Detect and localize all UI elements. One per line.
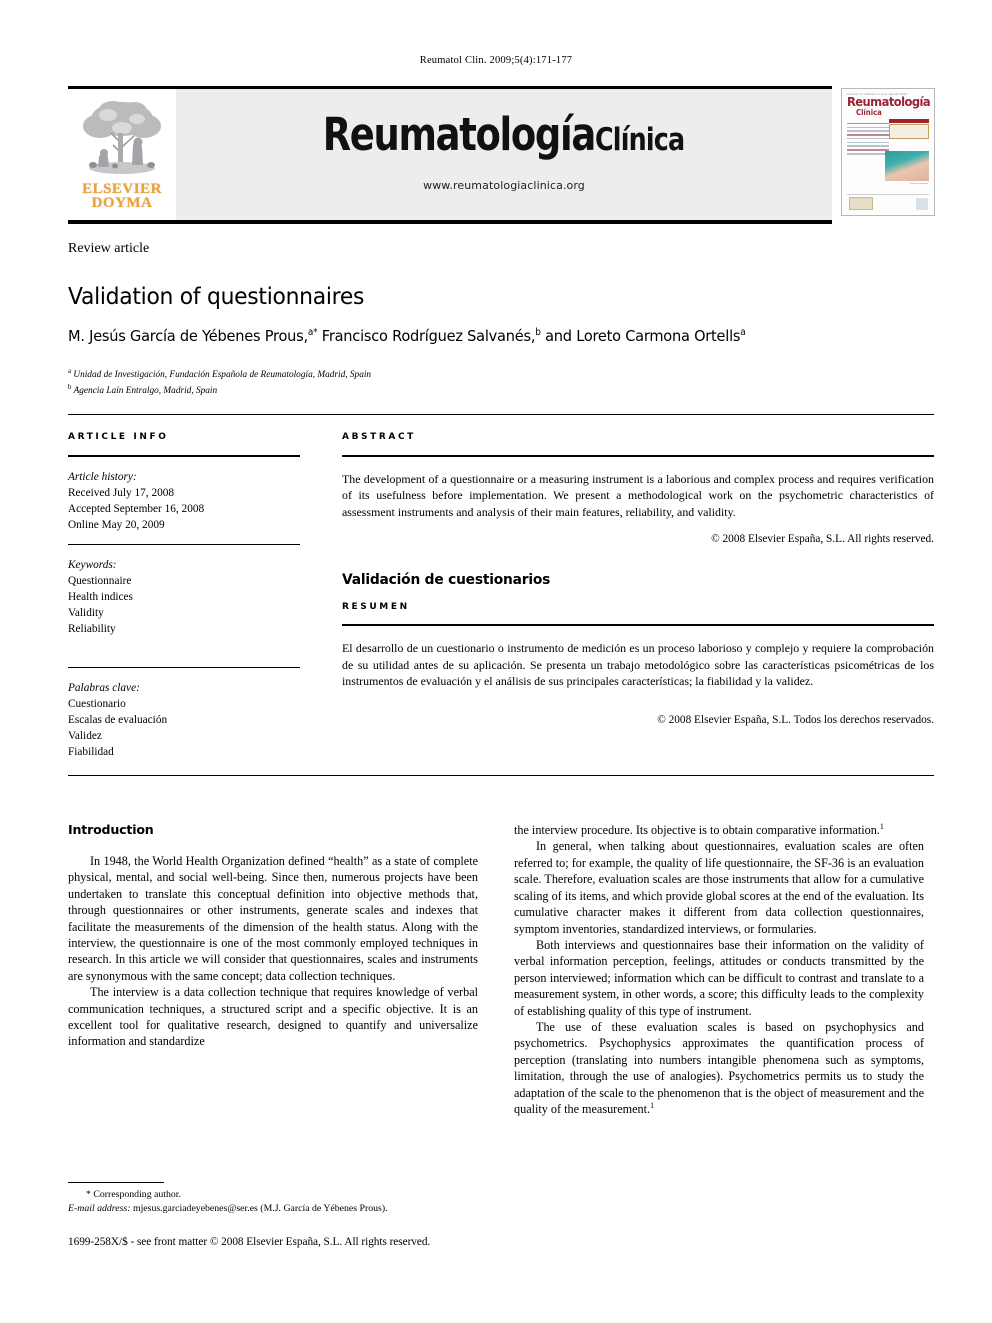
palabras-label: Palabras clave:: [68, 682, 140, 695]
palabra-item: Fiabilidad: [68, 746, 114, 759]
page-title: Validation of questionnaires: [68, 282, 365, 310]
author-3-marks: a: [740, 327, 746, 338]
keyword-item: Reliability: [68, 623, 116, 636]
divider-keywords: [68, 544, 300, 546]
article-info-block: ARTICLE INFO Article history: Received J…: [68, 432, 300, 760]
cover-photo-caption: Artritis reumatoide: [909, 182, 928, 185]
citation-ref: 1: [650, 1100, 655, 1110]
footnote-email-label: E-mail address:: [68, 1203, 131, 1215]
affiliation-a-text: Unidad de Investigación, Fundación Españ…: [73, 370, 372, 381]
divider-below-info: [68, 775, 934, 776]
cover-divider: [847, 194, 929, 195]
article-info-heading: ARTICLE INFO: [68, 432, 169, 442]
journal-title-sub: Clínica: [595, 121, 685, 158]
history-item: Received July 17, 2008: [68, 487, 175, 500]
abstract-copyright: © 2008 Elsevier España, S.L. All rights …: [711, 533, 934, 546]
body-paragraph: In general, when talking about questionn…: [514, 839, 924, 936]
footnote-corresponding: * Corresponding author.: [68, 1188, 478, 1202]
cover-photo: Artritis reumatoide: [885, 151, 929, 185]
cover-seal-icon: [849, 197, 873, 210]
article-history-label: Article history:: [68, 471, 137, 483]
history-item: Online May 20, 2009: [68, 519, 165, 532]
keyword-item: Health indices: [68, 591, 133, 604]
body-paragraph-text: the interview procedure. Its objective i…: [514, 823, 880, 838]
author-2: Francisco Rodríguez Salvanés,: [321, 327, 536, 346]
affiliation-a: a Unidad de Investigación, Fundación Esp…: [68, 367, 371, 383]
author-3: Loreto Carmona Ortells: [576, 327, 741, 346]
body-column-right: the interview procedure. Its objective i…: [514, 822, 924, 1117]
author-list: M. Jesús García de Yébenes Prous,a* Fran…: [68, 327, 746, 346]
footnote-corresponding-text: Corresponding author.: [93, 1189, 181, 1200]
cover-text-lines: [847, 122, 889, 155]
keyword-item: Validity: [68, 607, 104, 620]
divider-above-info: [68, 414, 934, 415]
journal-title: ReumatologíaClínica: [323, 112, 685, 157]
journal-url[interactable]: www.reumatologiaclinica.org: [423, 179, 585, 192]
keywords-en: Keywords: Questionnaire Health indices V…: [68, 557, 300, 637]
keyword-item: Questionnaire: [68, 575, 132, 588]
cover-badge: [889, 119, 929, 139]
cover-subtitle: Clínica: [856, 107, 882, 117]
body-paragraph: the interview procedure. Its objective i…: [514, 822, 924, 838]
footer-issn-line: 1699-258X/$ - see front matter © 2008 El…: [68, 1236, 431, 1248]
citation-ref: 1: [879, 822, 884, 831]
cover-elsevier-icon: [916, 198, 928, 210]
abstract-text: The development of a questionnaire or a …: [342, 472, 934, 519]
footnote-divider: [68, 1182, 164, 1183]
divider-palabras: [68, 667, 300, 669]
section-heading-introduction: Introduction: [68, 822, 154, 837]
author-conjunction: and: [545, 327, 572, 346]
running-head: Reumatol Clin. 2009;5(4):171-177: [419, 55, 573, 66]
author-1-marks: a*: [307, 327, 318, 338]
article-type-kicker: Review article: [68, 241, 150, 256]
abstract-heading: ABSTRACT: [342, 432, 416, 442]
paper-page: Reumatol Clin. 2009;5(4):171-177 ELSEVIE…: [0, 0, 992, 1323]
author-2-marks: b: [535, 327, 541, 338]
article-info-rule: [68, 455, 300, 457]
corresponding-author-footnote: * Corresponding author. E-mail address: …: [68, 1182, 478, 1216]
journal-title-band: ReumatologíaClínica www.reumatologiaclin…: [176, 89, 832, 220]
footnote-star: *: [86, 1189, 91, 1200]
affiliation-b: b Agencia Laín Entralgo, Madrid, Spain: [68, 383, 371, 399]
abstract-block: ABSTRACT The development of a questionna…: [342, 432, 934, 726]
body-paragraph: In 1948, the World Health Organization d…: [68, 853, 478, 983]
affiliations: a Unidad de Investigación, Fundación Esp…: [68, 367, 371, 399]
elsevier-doyma-wordmark: ELSEVIER DOYMA: [82, 181, 162, 212]
journal-title-main: Reumatología: [323, 107, 597, 161]
body-paragraph: The interview is a data collection techn…: [68, 985, 478, 1049]
palabra-item: Validez: [68, 730, 102, 743]
resumen-copyright: © 2008 Elsevier España, S.L. Todos los d…: [657, 713, 934, 726]
article-history: Article history: Received July 17, 2008 …: [68, 469, 300, 533]
body-paragraph-text: The use of these evaluation scales is ba…: [514, 1019, 924, 1117]
author-1: M. Jesús García de Yébenes Prous,: [68, 327, 308, 346]
affiliation-b-text: Agencia Laín Entralgo, Madrid, Spain: [73, 386, 218, 397]
body-paragraph: Both interviews and questionnaires base …: [514, 937, 924, 1018]
footnote-email-value[interactable]: mjesus.garciadeyebenes@ser.es (M.J. Garc…: [133, 1203, 388, 1214]
resumen-title: Validación de cuestionarios: [342, 572, 551, 589]
resumen-text: El desarrollo de un cuestionario o instr…: [342, 641, 934, 689]
publisher-line-1: ELSEVIER: [82, 181, 162, 197]
abstract-rule: [342, 455, 934, 457]
journal-cover-thumbnail[interactable]: Volumen 5, Número 4, Julio-Agosto 2009 R…: [841, 88, 935, 216]
history-item: Accepted September 16, 2008: [68, 503, 205, 516]
publisher-line-2: DOYMA: [91, 195, 153, 212]
journal-masthead: ELSEVIER DOYMA ReumatologíaClínica www.r…: [68, 86, 832, 224]
affiliation-b-mark: b: [68, 384, 72, 392]
keywords-label: Keywords:: [68, 559, 117, 572]
footnote-email: E-mail address: mjesus.garciadeyebenes@s…: [68, 1202, 478, 1216]
affiliation-a-mark: a: [68, 368, 72, 375]
resumen-rule: [342, 624, 934, 627]
elsevier-tree-icon: [75, 95, 169, 181]
body-paragraph: The use of these evaluation scales is ba…: [514, 1019, 924, 1118]
resumen-heading: RESUMEN: [342, 602, 410, 613]
elsevier-doyma-logo: ELSEVIER DOYMA: [68, 89, 176, 220]
palabra-item: Escalas de evaluación: [68, 714, 168, 727]
keywords-es: Palabras clave: Cuestionario Escalas de …: [68, 680, 300, 760]
body-column-left: Introduction In 1948, the World Health O…: [68, 822, 478, 1050]
palabra-item: Cuestionario: [68, 698, 126, 711]
